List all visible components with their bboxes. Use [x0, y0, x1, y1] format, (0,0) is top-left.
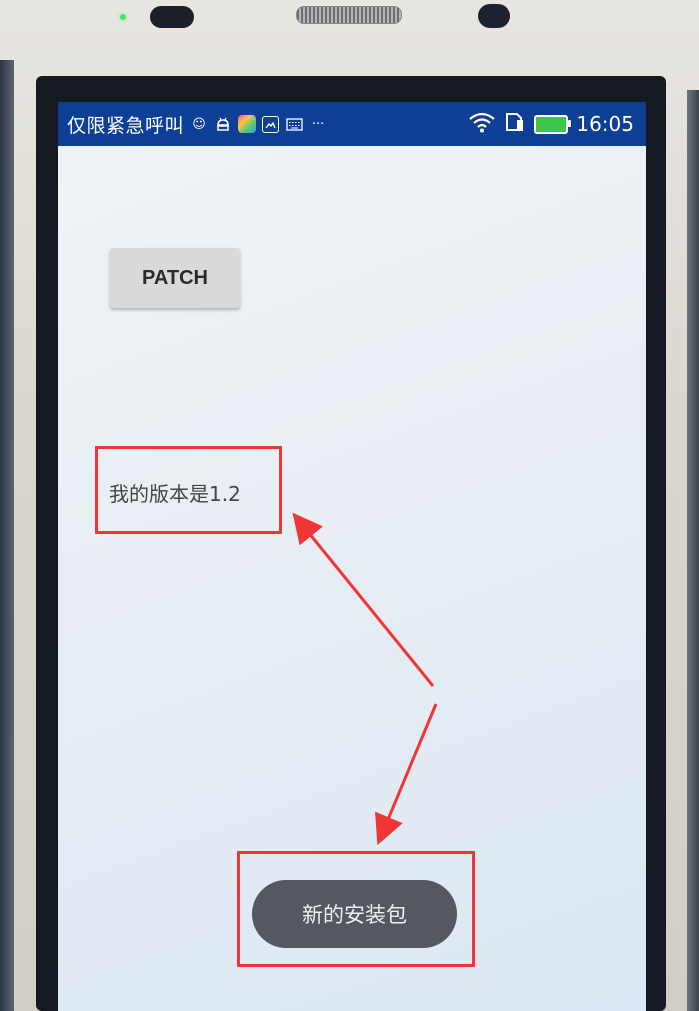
- arrow-to-version: [292, 512, 435, 687]
- arrow-to-toast: [375, 703, 438, 846]
- annotation-arrows: [292, 512, 438, 846]
